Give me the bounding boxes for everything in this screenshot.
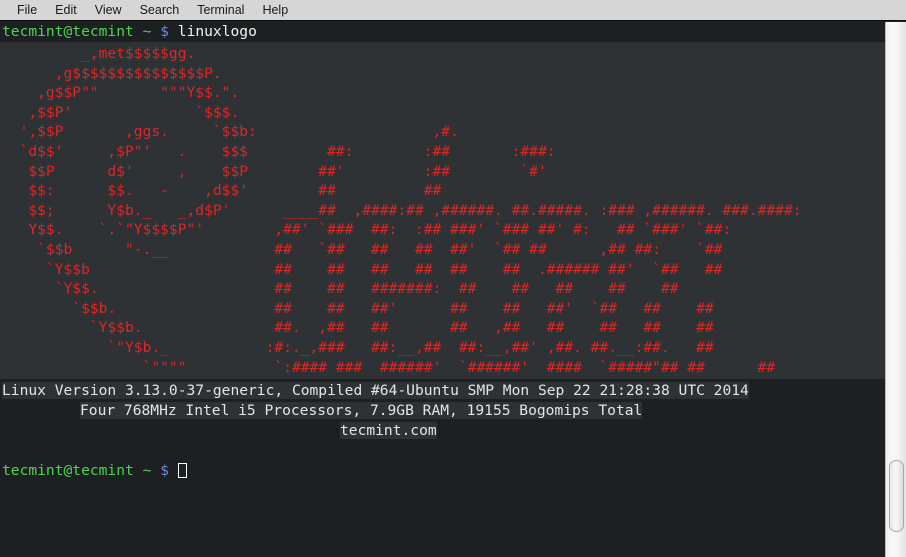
- prompt-line-top: tecmint@tecmint ~ $ linuxlogo: [0, 22, 885, 42]
- logo-row: `d$$' ,$P"' . $$$ ##: :## :###:: [2, 142, 556, 160]
- logo-row: ',$$P ,ggs. `$$b: ,#.: [2, 123, 459, 141]
- prompt-symbol-bottom: $: [160, 462, 169, 480]
- logo-row: ,g$$$$$$$$$$$$$$$P.: [2, 64, 222, 82]
- terminal-window: File Edit View Search Terminal Help tecm…: [0, 0, 906, 557]
- menu-terminal[interactable]: Terminal: [188, 0, 253, 20]
- prompt-space-b2: [151, 462, 160, 479]
- info-line-kernel: Linux Version 3.13.0-37-generic, Compile…: [2, 382, 749, 400]
- menu-view[interactable]: View: [86, 0, 131, 20]
- text-cursor[interactable]: [177, 463, 187, 479]
- prompt-userhost-bottom: tecmint@tecmint: [2, 462, 134, 480]
- info-line-hardware: Four 768MHz Intel i5 Processors, 7.9GB R…: [80, 402, 643, 420]
- logo-row: _,met$$$$$gg.: [2, 45, 196, 62]
- logo-row: $$; Y$b._ _,d$P' ____## ,####:## ,######…: [2, 201, 802, 219]
- logo-row: ,g$$P"" """Y$$.".: [2, 84, 240, 102]
- logo-row: Y$$. `.`"Y$$$$P"' ,##' `### ##: :## ###'…: [2, 221, 732, 239]
- vertical-scrollbar[interactable]: [885, 22, 906, 557]
- logo-row: $$P d$' , $$P ##' :## `#': [2, 162, 547, 180]
- logo-row: `"Y$b._ :#:._,### ##:__,## ##:__,##' ,##…: [2, 338, 714, 356]
- menu-help[interactable]: Help: [253, 0, 297, 20]
- prompt-command: linuxlogo: [177, 23, 257, 40]
- logo-row: `Y$$. ## ## #######: ## ## ## ## ##: [2, 280, 679, 298]
- logo-row: $$: $$. - ,d$$' ## ##: [2, 182, 442, 200]
- menu-bar: File Edit View Search Terminal Help: [0, 0, 906, 21]
- prompt-space-b3: [169, 462, 178, 479]
- prompt-userhost: tecmint@tecmint: [2, 23, 134, 40]
- info-line-site: tecmint.com: [340, 422, 437, 440]
- menu-search[interactable]: Search: [131, 0, 189, 20]
- logo-row: `"""" `:#### ### ######' `######' #### `…: [2, 358, 776, 376]
- logo-row: `$$b. ## ## ##' ## ## ##' `## ## ##: [2, 299, 714, 317]
- terminal-content[interactable]: tecmint@tecmint ~ $ linuxlogo _,met$$$$$…: [0, 22, 885, 557]
- prompt-line-bottom[interactable]: tecmint@tecmint ~ $: [0, 461, 885, 481]
- logo-row: `Y$$b ## ## ## ## ## ## .###### ##' `## …: [2, 260, 723, 278]
- logo-row: ,$$P' `$$$.: [2, 103, 240, 121]
- linuxlogo-ascii-art: _,met$$$$$gg. ,g$$$$$$$$$$$$$$$P. ,g$$P"…: [0, 42, 885, 380]
- logo-row: `Y$$b. ##. ,## ## ## ,## ## ## ## ##: [2, 319, 714, 337]
- prompt-symbol: $: [160, 23, 169, 40]
- menu-file[interactable]: File: [8, 0, 46, 20]
- logo-row: `$$b "-.__ ## `## ## ## ##' `## ## ,## #…: [2, 240, 723, 258]
- prompt-space-b1: [134, 462, 143, 479]
- menu-edit[interactable]: Edit: [46, 0, 86, 20]
- system-info-block: Linux Version 3.13.0-37-generic, Compile…: [0, 381, 885, 441]
- scrollbar-thumb[interactable]: [889, 460, 904, 532]
- prompt-space3: [169, 23, 178, 40]
- prompt-space2: [151, 23, 160, 40]
